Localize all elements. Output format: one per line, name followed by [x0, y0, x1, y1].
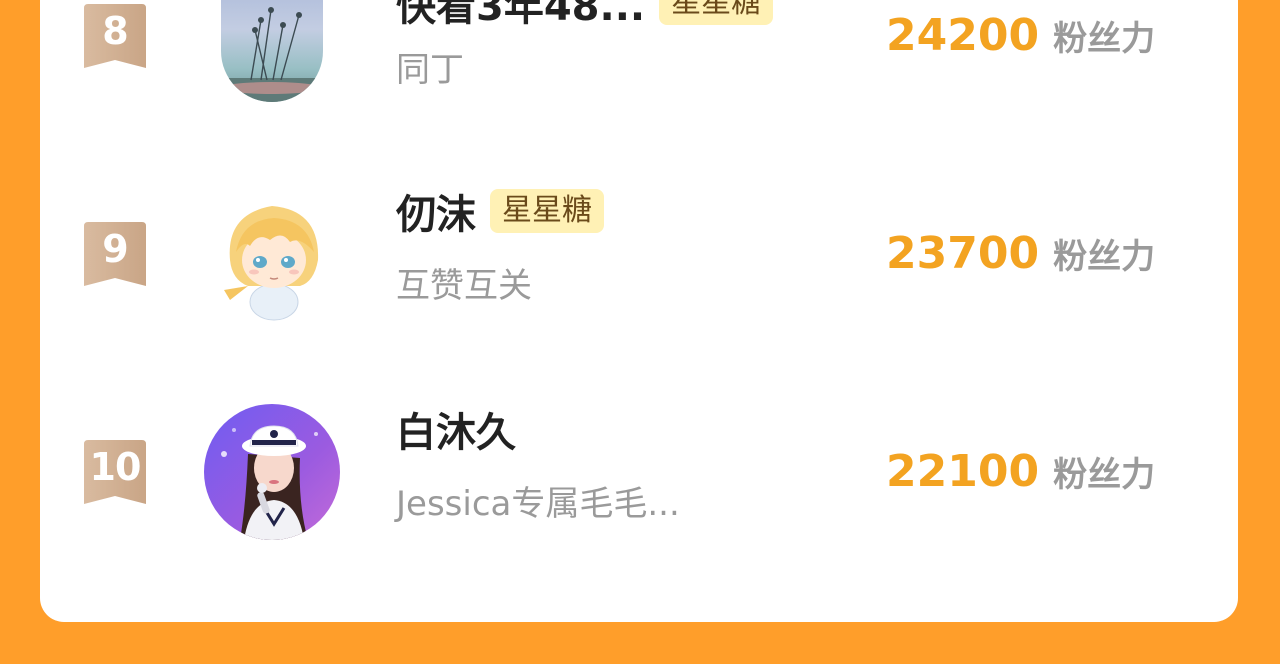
score-unit: 粉丝力	[1053, 237, 1156, 277]
user-subtitle: Jessica专属毛毛...	[396, 484, 680, 524]
user-avatar[interactable]	[204, 190, 340, 326]
score-unit: 粉丝力	[1053, 19, 1156, 59]
user-name: 快看3年48...	[396, 0, 646, 30]
score-value: 23700	[886, 228, 1040, 279]
user-name-line: 仞沫 星星糖	[396, 186, 604, 238]
user-name-line: 白沐久	[396, 404, 516, 456]
score-unit: 粉丝力	[1053, 455, 1156, 495]
fan-score: 24200 粉丝力	[886, 10, 1155, 61]
user-subtitle: 互赞互关	[396, 266, 532, 306]
fan-score: 22100 粉丝力	[886, 446, 1155, 497]
rank-number: 9	[102, 227, 128, 271]
landscape-avatar-image	[221, 0, 323, 102]
fan-tag-badge: 星星糖	[490, 189, 604, 233]
rank-badge: 8	[84, 4, 146, 68]
rank-number: 10	[89, 445, 142, 489]
leaderboard-card: 8 快看3年48... 星星糖 同丁 24200 粉丝力 9 仞沫 星星糖 互赞…	[40, 0, 1238, 622]
rank-number: 8	[102, 9, 128, 53]
user-subtitle: 同丁	[396, 50, 464, 90]
singer-avatar-image	[204, 404, 340, 540]
leaderboard-row[interactable]: 8 快看3年48... 星星糖 同丁 24200 粉丝力	[40, 0, 1238, 164]
rank-badge: 10	[84, 440, 146, 504]
user-avatar[interactable]	[204, 404, 340, 540]
user-name: 白沐久	[396, 410, 516, 456]
score-value: 22100	[886, 446, 1040, 497]
user-avatar[interactable]	[221, 0, 323, 102]
user-name-line: 快看3年48... 星星糖	[396, 0, 774, 30]
anime-boy-avatar-image	[204, 190, 340, 326]
score-value: 24200	[886, 10, 1040, 61]
fan-score: 23700 粉丝力	[886, 228, 1155, 279]
user-name: 仞沫	[396, 192, 476, 238]
fan-tag-badge: 星星糖	[659, 0, 774, 25]
leaderboard-row[interactable]: 9 仞沫 星星糖 互赞互关 23700 粉丝力	[40, 182, 1238, 382]
rank-badge: 9	[84, 222, 146, 286]
leaderboard-row[interactable]: 10 白沐久 Jessica专属毛毛... 22100 粉丝力	[40, 400, 1238, 600]
